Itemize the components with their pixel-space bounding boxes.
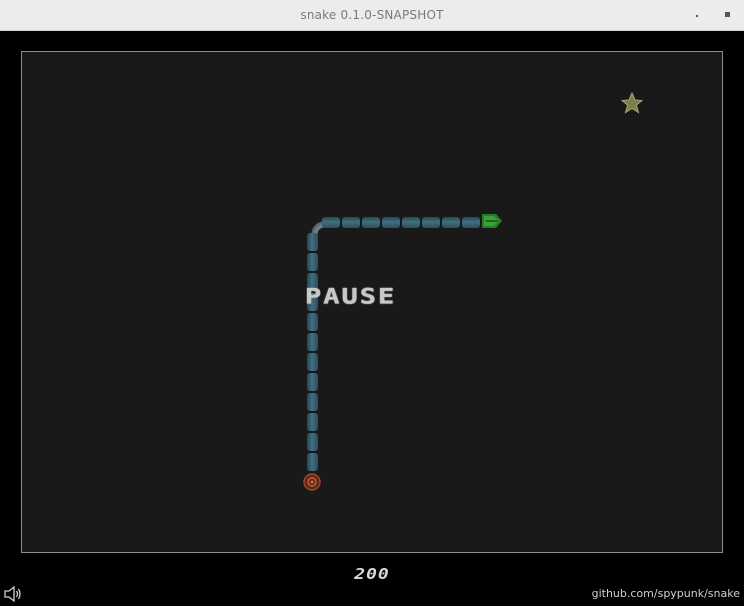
snake-body-segment bbox=[462, 217, 480, 228]
food-star-icon bbox=[620, 91, 644, 114]
snake-body-segment bbox=[307, 233, 318, 251]
snake-body-segment bbox=[307, 453, 318, 471]
pause-label: PAUSE bbox=[305, 285, 397, 310]
snake-body-segment bbox=[307, 313, 318, 331]
snake-body-segment bbox=[362, 217, 380, 228]
snake-body-segment bbox=[307, 413, 318, 431]
snake-body-segment bbox=[402, 217, 420, 228]
window-titlebar: snake 0.1.0-SNAPSHOT bbox=[0, 0, 744, 31]
window-title: snake 0.1.0-SNAPSHOT bbox=[300, 8, 444, 22]
snake-body-segment bbox=[382, 217, 400, 228]
snake-tail-icon bbox=[303, 473, 321, 491]
snake-head-icon bbox=[482, 212, 502, 230]
snake-body-segment bbox=[307, 353, 318, 371]
speaker-icon[interactable] bbox=[4, 585, 22, 603]
snake-body-segment bbox=[307, 253, 318, 271]
snake-body-segment bbox=[307, 333, 318, 351]
snake-body-segment bbox=[307, 373, 318, 391]
snake-body-segment bbox=[307, 393, 318, 411]
snake-body-segment bbox=[422, 217, 440, 228]
snake-body-segment bbox=[307, 433, 318, 451]
snake-body-segment bbox=[442, 217, 460, 228]
game-board[interactable]: PAUSE bbox=[21, 51, 723, 553]
github-link[interactable]: github.com/spypunk/snake bbox=[592, 587, 740, 600]
snake-body-segment bbox=[322, 217, 340, 228]
maximize-button[interactable] bbox=[721, 8, 735, 22]
score-display: 200 bbox=[354, 565, 390, 584]
minimize-button[interactable] bbox=[691, 8, 705, 22]
snake-body-segment bbox=[342, 217, 360, 228]
